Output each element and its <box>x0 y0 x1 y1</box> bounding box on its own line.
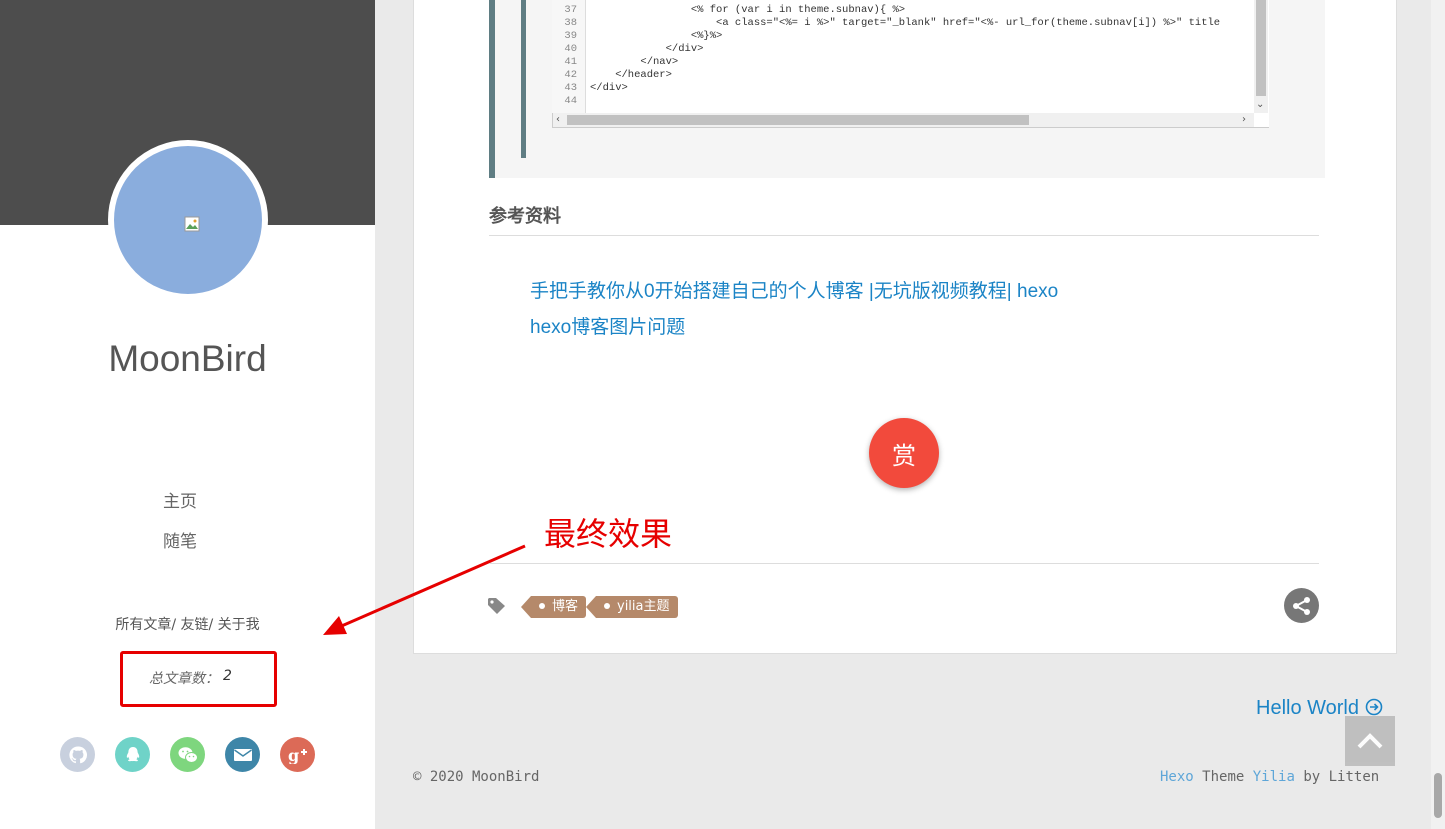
arrow-right-circle-icon <box>1365 698 1382 716</box>
code-line: </div> <box>590 82 628 94</box>
code-line: <%}%> <box>590 30 723 42</box>
avatar[interactable] <box>108 140 268 300</box>
footer-theme-word: Theme <box>1202 769 1245 785</box>
divider <box>489 563 1319 564</box>
line-number: 39 <box>564 30 577 42</box>
line-number: 41 <box>564 56 577 68</box>
code-line: <a class="<%= i %>" target="_blank" href… <box>590 17 1221 29</box>
line-number: 40 <box>564 43 577 55</box>
tag-yilia-theme[interactable]: yilia主题 <box>586 596 678 618</box>
tag-hole <box>539 603 545 609</box>
reference-link[interactable]: 手把手教你从0开始搭建自己的个人博客 |无坑版视频教程| hexo <box>530 276 1058 303</box>
chevron-up-icon <box>1357 733 1383 749</box>
link-separator: / <box>171 617 177 633</box>
code-block-accent-bar <box>521 0 526 158</box>
wechat-button[interactable] <box>170 737 205 772</box>
line-number: 42 <box>564 69 577 81</box>
scroll-down-arrow-icon[interactable]: ⌄ <box>1256 99 1264 111</box>
reference-link[interactable]: hexo博客图片问题 <box>530 312 685 339</box>
scroll-left-arrow-icon[interactable]: ‹ <box>556 114 560 126</box>
footer-author: by Litten <box>1303 769 1380 785</box>
back-to-top-button[interactable] <box>1345 716 1395 766</box>
site-title[interactable]: MoonBird <box>0 338 375 380</box>
github-button[interactable] <box>60 737 95 772</box>
link-friends[interactable]: 友链 <box>181 617 209 633</box>
tag-icon <box>488 598 505 614</box>
scroll-right-arrow-icon[interactable]: › <box>1242 114 1246 126</box>
google-plus-button[interactable]: g <box>280 737 315 772</box>
post-count-label: 总文章数： <box>149 671 219 687</box>
share-button[interactable] <box>1284 588 1319 623</box>
code-vertical-scroll-thumb[interactable] <box>1256 0 1266 96</box>
qq-button[interactable] <box>115 737 150 772</box>
link-about-me[interactable]: 关于我 <box>218 617 260 633</box>
line-number: 44 <box>564 95 577 107</box>
code-line: </div> <box>590 43 704 55</box>
next-post-label: Hello World <box>1256 697 1359 719</box>
svg-text:g: g <box>288 746 299 764</box>
reward-button[interactable]: 赏 <box>869 418 939 488</box>
yilia-link[interactable]: Yilia <box>1253 769 1295 785</box>
nav-item-home[interactable]: 主页 <box>0 487 360 512</box>
share-icon <box>1292 596 1310 615</box>
tag-blog[interactable]: 博客 <box>520 596 587 618</box>
qq-icon <box>126 746 139 761</box>
post-count-highlight-box: 总文章数： 2 <box>120 651 277 707</box>
line-number: 37 <box>564 4 577 16</box>
link-separator: / <box>208 617 214 633</box>
google-plus-icon: g <box>288 746 307 764</box>
references-heading: 参考资料 <box>489 206 561 227</box>
mail-icon <box>233 748 252 761</box>
annotation-arrow-icon <box>323 544 526 635</box>
code-line: </nav> <box>590 56 679 68</box>
line-number: 38 <box>564 17 577 29</box>
link-all-posts[interactable]: 所有文章 <box>115 617 171 633</box>
footer-copyright: © 2020 MoonBird <box>413 769 540 785</box>
page-scroll-thumb[interactable] <box>1434 773 1442 818</box>
post-count-value: 2 <box>223 668 232 684</box>
nav-item-essays[interactable]: 随笔 <box>0 527 360 552</box>
broken-image-icon <box>184 216 200 232</box>
tag-label: yilia主题 <box>617 599 670 614</box>
tag-hole <box>604 603 610 609</box>
code-horizontal-scroll-thumb[interactable] <box>567 115 1029 125</box>
github-icon <box>68 745 87 763</box>
code-line: </header> <box>590 69 672 81</box>
line-number: 43 <box>564 82 577 94</box>
code-line: <% for (var i in theme.subnav){ %> <box>590 4 906 16</box>
footer-theme-credit: Hexo Theme Yilia by Litten <box>1160 769 1379 785</box>
divider <box>489 235 1319 236</box>
wechat-icon <box>178 746 198 763</box>
hexo-link[interactable]: Hexo <box>1160 769 1194 785</box>
page-scrollbar[interactable] <box>1431 0 1445 829</box>
mail-button[interactable] <box>225 737 260 772</box>
sidebar: MoonBird 主页 随笔 所有文章/ 友链/ 关于我 总文章数： 2 g <box>0 0 375 829</box>
tag-label: 博客 <box>552 599 579 614</box>
annotation-label: 最终效果 <box>544 515 673 553</box>
